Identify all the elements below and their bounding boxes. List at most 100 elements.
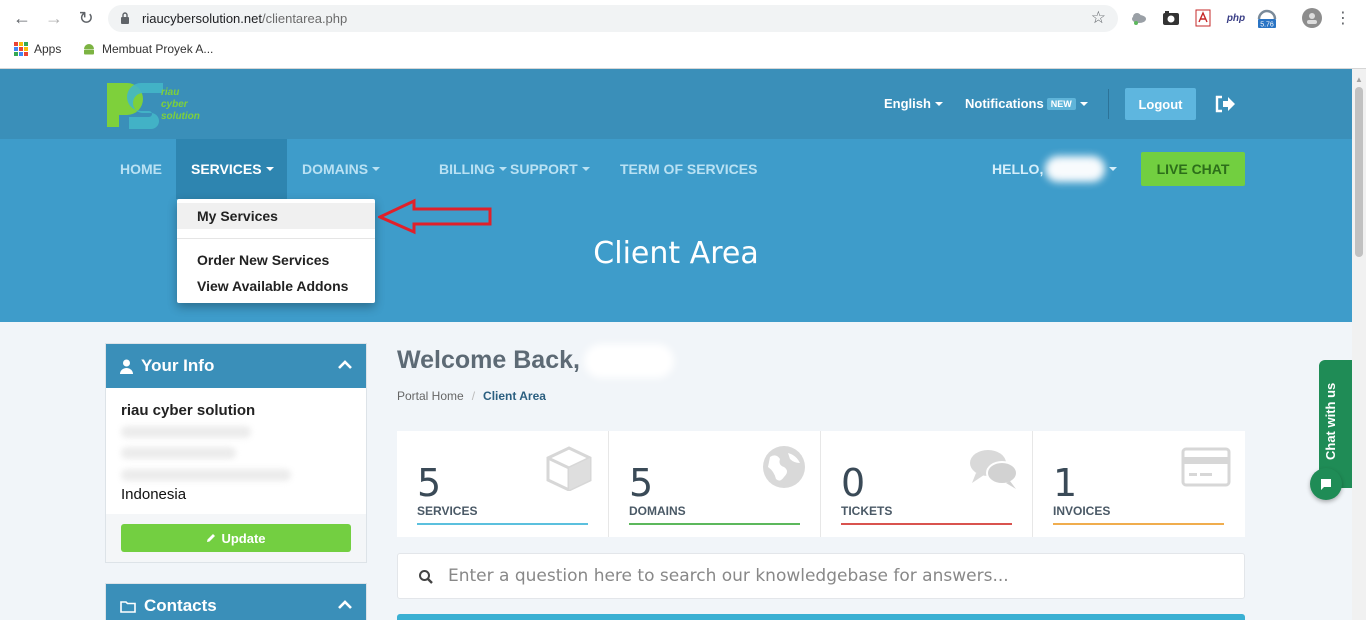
your-info-header[interactable]: Your Info: [106, 344, 366, 388]
browser-chrome: ← → ↻ riaucybersolution.net/clientarea.p…: [0, 0, 1366, 69]
tile-invoices-label: INVOICES: [1053, 504, 1111, 518]
menu-item-view-available-addons[interactable]: View Available Addons: [177, 273, 375, 299]
forward-icon[interactable]: →: [42, 6, 66, 30]
tile-tickets[interactable]: 0 TICKETS: [821, 431, 1033, 537]
services-dropdown-menu: My Services Order New Services View Avai…: [177, 199, 375, 303]
camera-extension-icon[interactable]: [1162, 9, 1180, 27]
knowledgebase-search-input[interactable]: [448, 554, 1228, 598]
bookmark-star-icon[interactable]: ☆: [1091, 8, 1106, 28]
main-nav: HOME SERVICES DOMAINS BILLING SUPPORT TE…: [0, 139, 1352, 199]
site-header: riau cyber solution English Notification…: [0, 69, 1352, 139]
caret-down-icon: [1079, 102, 1088, 106]
reload-icon[interactable]: ↻: [74, 6, 98, 30]
chevron-up-icon[interactable]: [338, 358, 352, 372]
cloud-extension-icon[interactable]: [1130, 9, 1148, 27]
nav-domains[interactable]: DOMAINS: [287, 139, 395, 199]
tile-domains-label: DOMAINS: [629, 504, 686, 518]
nav-home[interactable]: HOME: [104, 139, 178, 199]
caret-down-icon: [1109, 167, 1118, 171]
site-viewport: riau cyber solution English Notification…: [0, 69, 1352, 620]
credit-card-icon: [1181, 447, 1231, 487]
your-info-footer: Update: [106, 514, 366, 562]
redacted-address-line: [121, 447, 236, 459]
tile-tickets-count: 0: [841, 461, 866, 505]
chat-with-us-label: Chat with us: [1323, 382, 1338, 460]
browser-menu-icon[interactable]: ⋮: [1334, 9, 1352, 27]
menu-item-my-services[interactable]: My Services: [177, 203, 375, 229]
search-icon: [419, 570, 433, 584]
folder-icon: [120, 600, 136, 613]
breadcrumb-current: Client Area: [483, 389, 546, 403]
cube-icon: [546, 446, 592, 491]
tile-domains-bar: [629, 523, 800, 525]
nav-term-of-services[interactable]: TERM OF SERVICES: [605, 139, 772, 199]
sign-out-icon[interactable]: [1214, 95, 1236, 113]
chevron-up-icon[interactable]: [338, 598, 352, 612]
svg-text:5.76: 5.76: [1260, 22, 1274, 29]
caret-down-icon: [372, 167, 381, 171]
caret-down-icon: [934, 102, 943, 106]
tile-services[interactable]: 5 SERVICES: [397, 431, 609, 537]
chat-bubble-icon: [1321, 479, 1331, 490]
knowledgebase-search: [397, 553, 1245, 599]
url-text: riaucybersolution.net/clientarea.php: [142, 11, 348, 26]
user-menu[interactable]: HELLO,: [992, 139, 1118, 199]
address-bar[interactable]: riaucybersolution.net/clientarea.php ☆: [108, 5, 1118, 32]
bookmarks-bar: Apps Membuat Proyek A...: [0, 36, 1366, 66]
php-extension-icon[interactable]: php: [1224, 9, 1248, 27]
lock-icon: [121, 12, 129, 24]
breadcrumb-portal-home[interactable]: Portal Home: [397, 389, 464, 403]
info-country: Indonesia: [121, 486, 187, 503]
scroll-up-icon[interactable]: ▲: [1355, 75, 1363, 84]
tile-domains[interactable]: 5 DOMAINS: [609, 431, 821, 537]
contacts-header[interactable]: Contacts: [106, 584, 366, 620]
tile-invoices-count: 1: [1053, 461, 1078, 505]
site-logo[interactable]: riau cyber solution: [105, 79, 230, 131]
speed-extension-icon[interactable]: 5.76: [1256, 9, 1278, 29]
welcome-heading: Welcome Back,: [397, 346, 580, 374]
address-row: ← → ↻ riaucybersolution.net/clientarea.p…: [0, 0, 1366, 36]
logo-text-solution: solution: [161, 111, 200, 122]
caret-down-icon: [265, 167, 274, 171]
breadcrumb: Portal Home / Client Area: [397, 389, 546, 403]
nav-services[interactable]: SERVICES: [176, 139, 287, 199]
stat-tiles: 5 SERVICES 5 DOMAINS 0 TICKETS 1 INVOICE…: [397, 431, 1245, 537]
logout-button[interactable]: Logout: [1125, 88, 1196, 120]
globe-icon: [763, 446, 805, 488]
caret-down-icon: [581, 167, 590, 171]
comments-icon: [970, 450, 1018, 489]
tile-services-bar: [417, 523, 588, 525]
tile-invoices-bar: [1053, 523, 1224, 525]
your-info-panel: Your Info riau cyber solution Indonesia …: [105, 343, 367, 563]
update-button[interactable]: Update: [121, 524, 351, 552]
page-scrollbar[interactable]: ▲: [1352, 69, 1366, 620]
info-company-name: riau cyber solution: [121, 402, 256, 419]
bookmark-membuat-proyek[interactable]: Membuat Proyek A...: [82, 42, 213, 56]
logo-text-riau: riau: [161, 87, 180, 98]
redacted-address-line: [121, 469, 291, 481]
redacted-welcome-name: [584, 344, 674, 378]
tile-services-count: 5: [417, 461, 442, 505]
notifications-dropdown[interactable]: Notifications NEW: [965, 96, 1088, 111]
annotation-arrow-icon: [378, 198, 492, 235]
chat-bubble-button[interactable]: [1310, 468, 1342, 500]
bookmark-apps[interactable]: Apps: [14, 42, 61, 56]
profile-avatar-icon[interactable]: [1302, 8, 1322, 28]
tile-services-label: SERVICES: [417, 504, 478, 518]
live-chat-button[interactable]: LIVE CHAT: [1141, 152, 1245, 186]
logo-text-cyber: cyber: [161, 99, 188, 110]
user-icon: [120, 359, 133, 374]
header-divider: [1108, 89, 1109, 119]
apps-grid-icon: [14, 42, 28, 56]
logo-mark-icon: [107, 83, 163, 129]
back-icon[interactable]: ←: [10, 6, 34, 30]
pdf-extension-icon[interactable]: [1194, 9, 1212, 27]
pencil-icon: [207, 534, 216, 542]
menu-item-order-new-services[interactable]: Order New Services: [177, 247, 375, 273]
tile-invoices[interactable]: 1 INVOICES: [1033, 431, 1245, 537]
tile-tickets-bar: [841, 523, 1012, 525]
android-icon: [84, 44, 94, 55]
nav-support[interactable]: SUPPORT: [495, 139, 605, 199]
language-dropdown[interactable]: English: [884, 96, 943, 111]
scrollbar-thumb[interactable]: [1355, 87, 1363, 257]
